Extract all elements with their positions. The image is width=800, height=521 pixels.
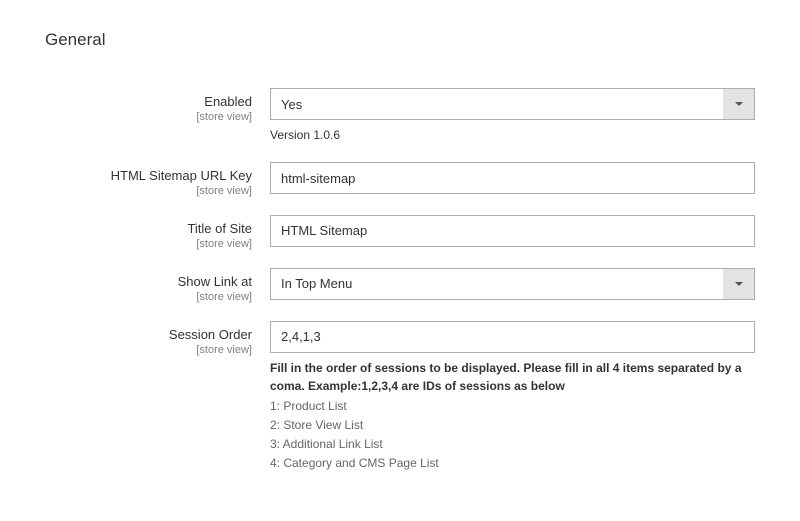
enabled-label: Enabled xyxy=(45,94,252,111)
enabled-scope: [store view] xyxy=(45,111,252,123)
titleofsite-scope: [store view] xyxy=(45,238,252,250)
sessionorder-help-1: 1: Product List xyxy=(270,397,755,416)
field-row-showlink: Show Link at [store view] In Top Menu xyxy=(45,268,755,303)
sessionorder-label: Session Order xyxy=(45,327,252,344)
enabled-select-wrapper: Yes xyxy=(270,88,755,120)
section-title: General xyxy=(45,30,755,50)
showlink-select-wrapper: In Top Menu xyxy=(270,268,755,300)
titleofsite-input[interactable] xyxy=(270,215,755,247)
enabled-select[interactable]: Yes xyxy=(270,88,755,120)
label-col: Enabled [store view] xyxy=(45,88,270,123)
showlink-label: Show Link at xyxy=(45,274,252,291)
sessionorder-help-bold: Fill in the order of sessions to be disp… xyxy=(270,359,755,395)
label-col: Session Order [store view] xyxy=(45,321,270,356)
urlkey-scope: [store view] xyxy=(45,185,252,197)
field-row-titleofsite: Title of Site [store view] xyxy=(45,215,755,250)
field-row-sessionorder: Session Order [store view] Fill in the o… xyxy=(45,321,755,474)
showlink-scope: [store view] xyxy=(45,291,252,303)
input-col xyxy=(270,162,755,194)
urlkey-label: HTML Sitemap URL Key xyxy=(45,168,252,185)
showlink-select[interactable]: In Top Menu xyxy=(270,268,755,300)
field-row-enabled: Enabled [store view] Yes Version 1.0.6 xyxy=(45,88,755,144)
input-col: Fill in the order of sessions to be disp… xyxy=(270,321,755,474)
label-col: HTML Sitemap URL Key [store view] xyxy=(45,162,270,197)
sessionorder-help-3: 3: Additional Link List xyxy=(270,435,755,454)
label-col: Title of Site [store view] xyxy=(45,215,270,250)
urlkey-input[interactable] xyxy=(270,162,755,194)
input-col xyxy=(270,215,755,247)
sessionorder-help-list: 1: Product List 2: Store View List 3: Ad… xyxy=(270,397,755,474)
sessionorder-input[interactable] xyxy=(270,321,755,353)
titleofsite-label: Title of Site xyxy=(45,221,252,238)
input-col: In Top Menu xyxy=(270,268,755,300)
sessionorder-help-2: 2: Store View List xyxy=(270,416,755,435)
label-col: Show Link at [store view] xyxy=(45,268,270,303)
sessionorder-scope: [store view] xyxy=(45,344,252,356)
input-col: Yes Version 1.0.6 xyxy=(270,88,755,144)
sessionorder-help-4: 4: Category and CMS Page List xyxy=(270,454,755,473)
field-row-urlkey: HTML Sitemap URL Key [store view] xyxy=(45,162,755,197)
enabled-version: Version 1.0.6 xyxy=(270,126,755,144)
